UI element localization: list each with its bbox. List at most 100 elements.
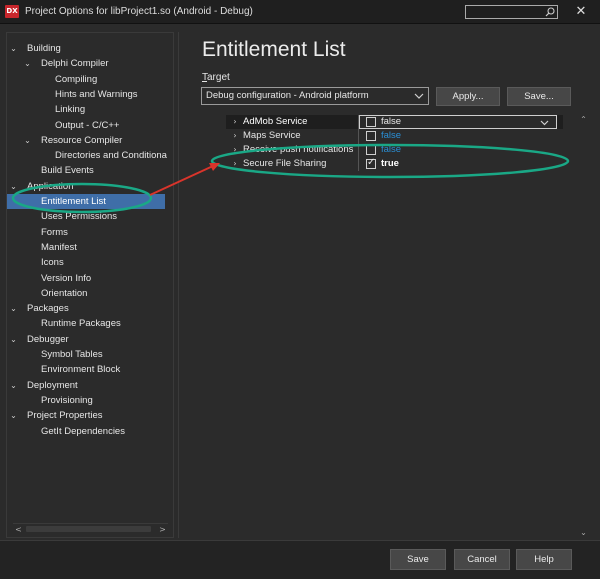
column-divider: [358, 129, 359, 143]
scrollbar-thumb[interactable]: [26, 526, 151, 532]
tree-item-label: Runtime Packages: [41, 318, 121, 330]
tree-item[interactable]: Icons: [7, 255, 165, 270]
tree-item[interactable]: ⌄ Deployment: [7, 378, 165, 393]
tree-item[interactable]: ⌄ Project Properties: [7, 408, 165, 423]
tree-item[interactable]: GetIt Dependencies: [7, 424, 165, 439]
tree-item-label: Delphi Compiler: [41, 58, 109, 70]
tree-item-label: Environment Block: [41, 364, 121, 376]
entitlement-name: Receive push notifications: [243, 144, 354, 155]
help-button[interactable]: Help: [516, 549, 572, 570]
tree-item[interactable]: Linking: [7, 102, 165, 117]
entitlement-row[interactable]: › Maps Service false: [226, 129, 563, 143]
chevron-down-icon[interactable]: ⌄: [23, 56, 32, 71]
tree-item[interactable]: Runtime Packages: [7, 316, 165, 331]
chevron-down-icon[interactable]: ⌄: [9, 41, 18, 56]
tree-item-label: GetIt Dependencies: [41, 425, 125, 437]
tree-item-label: Building: [27, 43, 61, 54]
tree-item-label: Symbol Tables: [41, 349, 103, 360]
scroll-left-icon[interactable]: <: [13, 524, 24, 535]
options-tree[interactable]: ⌄ Building ⌄ Delphi Compiler Compiling Hints …: [6, 32, 174, 538]
tree-item[interactable]: Version Info: [7, 271, 165, 286]
tree-item[interactable]: Manifest: [7, 240, 165, 255]
tree-item-label: Entitlement List: [41, 196, 106, 207]
tree-item[interactable]: Uses Permissions: [7, 209, 165, 224]
tree-item-label: Version Info: [41, 272, 92, 284]
entitlement-name: AdMob Service: [243, 116, 308, 127]
entitlement-name: Secure File Sharing: [243, 158, 327, 169]
tree-item[interactable]: Entitlement List: [7, 194, 165, 209]
tree-item-label: Directories and Conditiona: [55, 150, 167, 162]
tree-item[interactable]: Environment Block: [7, 362, 165, 377]
tree-item[interactable]: Compiling: [7, 72, 165, 87]
tree-item[interactable]: Output - C/C++: [7, 118, 165, 133]
dialog-button-bar: [0, 540, 600, 579]
tree-item[interactable]: Build Events: [7, 163, 165, 178]
tree-item[interactable]: Hints and Warnings: [7, 87, 165, 102]
entitlement-grid[interactable]: › AdMob Service false › Maps Service false › Re…: [226, 114, 563, 172]
tree-item-label: Provisioning: [41, 394, 93, 406]
chevron-down-icon[interactable]: ⌄: [9, 408, 18, 423]
chevron-down-icon[interactable]: ⌄: [9, 179, 18, 194]
save-button[interactable]: Save: [390, 549, 446, 570]
entitlement-row[interactable]: › AdMob Service false: [226, 115, 563, 129]
tree-item-label: Deployment: [27, 379, 78, 391]
chevron-right-icon[interactable]: ›: [230, 157, 240, 171]
window-title: Project Options for libProject1.so (Andr…: [25, 6, 253, 17]
entitlement-row[interactable]: › Secure File Sharing ✓ true: [226, 157, 563, 171]
pane-splitter[interactable]: [178, 32, 179, 538]
value-checkbox[interactable]: ✓: [366, 157, 376, 169]
tree-item[interactable]: Symbol Tables: [7, 347, 165, 362]
scroll-down-icon[interactable]: ⌄: [578, 527, 589, 538]
chevron-down-icon: [414, 93, 424, 99]
target-label: Target: [202, 72, 230, 83]
tree-item[interactable]: ⌄ Packages: [7, 301, 165, 316]
apply-button[interactable]: Apply...: [436, 87, 500, 106]
horizontal-scrollbar[interactable]: < >: [13, 523, 168, 534]
search-input[interactable]: [465, 5, 558, 19]
tree-item[interactable]: Provisioning: [7, 393, 165, 408]
value-checkbox[interactable]: [366, 131, 376, 141]
target-select[interactable]: Debug configuration - Android platform: [201, 87, 429, 105]
column-divider: [358, 143, 359, 157]
tree-item[interactable]: Forms: [7, 225, 165, 240]
tree-item[interactable]: Orientation: [7, 286, 165, 301]
tree-item-label: Linking: [55, 104, 86, 116]
chevron-right-icon[interactable]: ›: [230, 143, 240, 157]
chevron-down-icon[interactable]: ⌄: [9, 301, 18, 316]
chevron-down-icon[interactable]: ⌄: [23, 133, 32, 148]
close-button[interactable]: ✕: [573, 4, 589, 20]
tree-item-label: Hints and Warnings: [55, 88, 138, 100]
scroll-right-icon[interactable]: >: [157, 524, 168, 535]
tree-item-label: Application: [27, 180, 74, 192]
checkmark-icon: ✓: [367, 157, 376, 168]
tree-item-label: Uses Permissions: [41, 211, 118, 223]
save-config-button[interactable]: Save...: [507, 87, 571, 106]
tree-item[interactable]: Directories and Conditiona: [7, 148, 167, 163]
tree-item[interactable]: ⌄ Building: [7, 41, 165, 56]
vertical-scrollbar[interactable]: ⌃ ⌄: [578, 114, 589, 538]
target-select-value: Debug configuration - Android platform: [206, 90, 369, 101]
chevron-down-icon[interactable]: [539, 117, 550, 128]
tree-item-label: Manifest: [41, 241, 77, 253]
tree-item-label: Build Events: [41, 165, 94, 177]
tree-item[interactable]: ⌄ Debugger: [7, 332, 165, 347]
value-checkbox[interactable]: [366, 145, 376, 155]
search-icon: [545, 7, 555, 17]
tree-item-label: Orientation: [41, 287, 88, 299]
tree-item-label: Compiling: [55, 73, 98, 85]
column-divider: [358, 157, 359, 171]
entitlement-value: true: [381, 158, 399, 169]
chevron-down-icon[interactable]: ⌄: [9, 378, 18, 393]
entitlement-row[interactable]: › Receive push notifications false: [226, 143, 563, 157]
chevron-down-icon[interactable]: ⌄: [9, 332, 18, 347]
chevron-right-icon[interactable]: ›: [230, 115, 240, 129]
tree-item[interactable]: ⌄ Application: [7, 179, 165, 194]
scroll-up-icon[interactable]: ⌃: [578, 114, 589, 125]
chevron-right-icon[interactable]: ›: [230, 129, 240, 143]
cancel-button[interactable]: Cancel: [454, 549, 510, 570]
tree-item[interactable]: ⌄ Resource Compiler: [7, 133, 165, 148]
value-checkbox[interactable]: [366, 117, 376, 127]
entitlement-value: false: [381, 144, 402, 155]
tree-item-label: Forms: [41, 226, 68, 238]
tree-item[interactable]: ⌄ Delphi Compiler: [7, 56, 165, 71]
